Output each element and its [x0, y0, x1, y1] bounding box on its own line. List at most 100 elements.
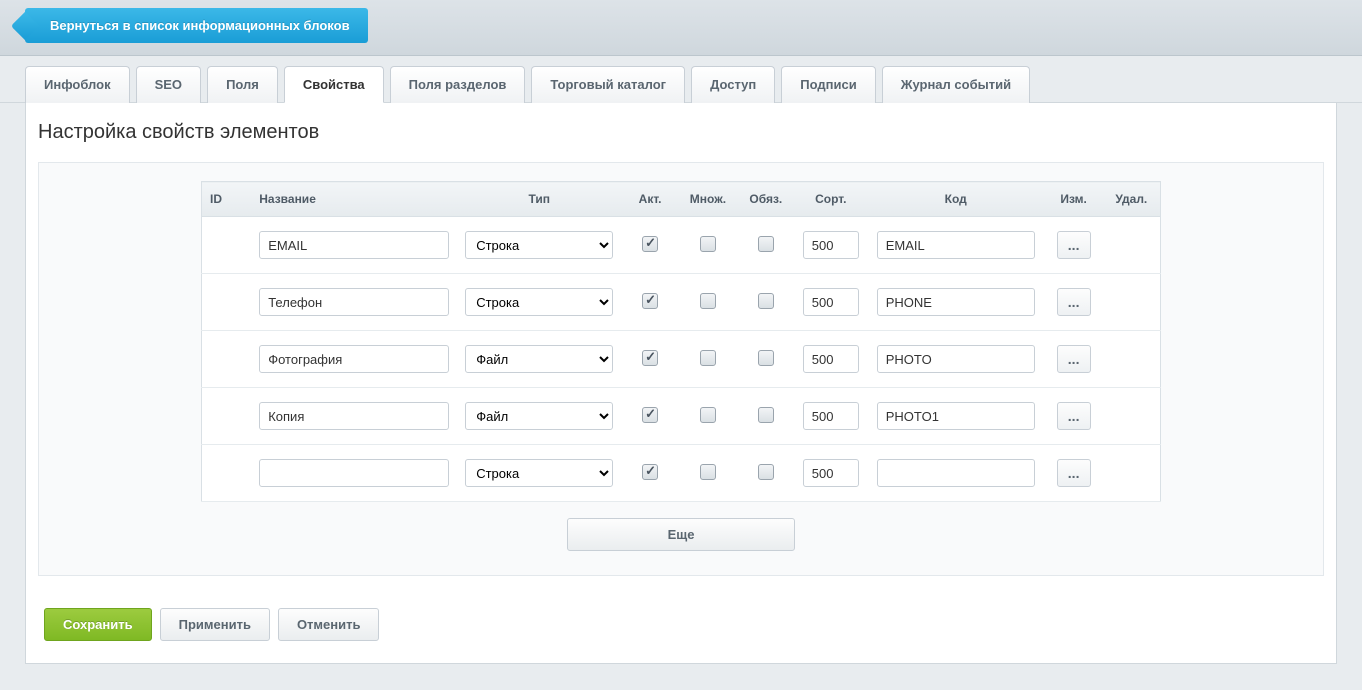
- back-button-label: Вернуться в список информационных блоков: [50, 18, 350, 33]
- checkbox-multiple[interactable]: [700, 350, 716, 366]
- checkbox-active[interactable]: [642, 236, 658, 252]
- more-row: Еще: [57, 502, 1305, 575]
- header-multiple: Множ.: [679, 182, 737, 217]
- cell-id: [202, 445, 252, 502]
- checkbox-multiple[interactable]: [700, 293, 716, 309]
- tab-6[interactable]: Доступ: [691, 66, 775, 103]
- cancel-button[interactable]: Отменить: [278, 608, 380, 641]
- checkbox-multiple[interactable]: [700, 407, 716, 423]
- more-button[interactable]: Еще: [567, 518, 796, 551]
- tab-0[interactable]: Инфоблок: [25, 66, 130, 103]
- edit-button[interactable]: ...: [1057, 345, 1091, 373]
- cell-active: [621, 274, 679, 331]
- select-type[interactable]: СтрокаФайл: [465, 345, 613, 373]
- checkbox-multiple[interactable]: [700, 464, 716, 480]
- checkbox-required[interactable]: [758, 236, 774, 252]
- section-title: Настройка свойств элементов: [26, 103, 1336, 162]
- input-sort[interactable]: [803, 231, 859, 259]
- tab-7[interactable]: Подписи: [781, 66, 875, 103]
- input-code[interactable]: [877, 231, 1035, 259]
- select-type[interactable]: СтрокаФайл: [465, 459, 613, 487]
- cell-active: [621, 217, 679, 274]
- cell-required: [737, 388, 795, 445]
- cell-name: [251, 331, 457, 388]
- table-row: СтрокаФайл...: [202, 331, 1161, 388]
- table-header-row: ID Название Тип Акт. Множ. Обяз. Сорт. К…: [202, 182, 1161, 217]
- tab-2[interactable]: Поля: [207, 66, 278, 103]
- checkbox-active[interactable]: [642, 407, 658, 423]
- checkbox-active[interactable]: [642, 464, 658, 480]
- checkbox-multiple[interactable]: [700, 236, 716, 252]
- header-required: Обяз.: [737, 182, 795, 217]
- input-name[interactable]: [259, 459, 449, 487]
- tab-1[interactable]: SEO: [136, 66, 201, 103]
- cell-name: [251, 445, 457, 502]
- save-button[interactable]: Сохранить: [44, 608, 152, 641]
- input-name[interactable]: [259, 345, 449, 373]
- input-code[interactable]: [877, 402, 1035, 430]
- back-bar: Вернуться в список информационных блоков: [0, 0, 1362, 56]
- edit-button[interactable]: ...: [1057, 288, 1091, 316]
- cell-sort: [795, 445, 867, 502]
- input-sort[interactable]: [803, 288, 859, 316]
- checkbox-active[interactable]: [642, 293, 658, 309]
- input-sort[interactable]: [803, 459, 859, 487]
- header-type: Тип: [457, 182, 621, 217]
- cell-delete: [1103, 331, 1161, 388]
- cell-multiple: [679, 388, 737, 445]
- content-panel: Настройка свойств элементов ID Название …: [25, 103, 1337, 664]
- cell-required: [737, 445, 795, 502]
- edit-button[interactable]: ...: [1057, 231, 1091, 259]
- table-row: СтрокаФайл...: [202, 274, 1161, 331]
- tab-4[interactable]: Поля разделов: [390, 66, 526, 103]
- header-sort: Сорт.: [795, 182, 867, 217]
- edit-button[interactable]: ...: [1057, 402, 1091, 430]
- checkbox-required[interactable]: [758, 293, 774, 309]
- cell-type: СтрокаФайл: [457, 331, 621, 388]
- cell-sort: [795, 331, 867, 388]
- table-row: СтрокаФайл...: [202, 445, 1161, 502]
- apply-button[interactable]: Применить: [160, 608, 270, 641]
- cell-delete: [1103, 445, 1161, 502]
- edit-button[interactable]: ...: [1057, 459, 1091, 487]
- select-type[interactable]: СтрокаФайл: [465, 231, 613, 259]
- tabs-row: ИнфоблокSEOПоляСвойстваПоля разделовТорг…: [0, 56, 1362, 103]
- cell-delete: [1103, 388, 1161, 445]
- input-name[interactable]: [259, 402, 449, 430]
- cell-edit: ...: [1045, 217, 1103, 274]
- cell-id: [202, 388, 252, 445]
- tab-3[interactable]: Свойства: [284, 66, 384, 103]
- cell-code: [867, 331, 1045, 388]
- cell-id: [202, 331, 252, 388]
- header-delete: Удал.: [1103, 182, 1161, 217]
- input-sort[interactable]: [803, 345, 859, 373]
- input-code[interactable]: [877, 345, 1035, 373]
- input-code[interactable]: [877, 288, 1035, 316]
- cell-name: [251, 274, 457, 331]
- cell-required: [737, 331, 795, 388]
- checkbox-required[interactable]: [758, 464, 774, 480]
- cell-multiple: [679, 274, 737, 331]
- table-row: СтрокаФайл...: [202, 217, 1161, 274]
- cell-multiple: [679, 217, 737, 274]
- input-sort[interactable]: [803, 402, 859, 430]
- checkbox-active[interactable]: [642, 350, 658, 366]
- select-type[interactable]: СтрокаФайл: [465, 288, 613, 316]
- input-name[interactable]: [259, 231, 449, 259]
- checkbox-required[interactable]: [758, 407, 774, 423]
- cell-required: [737, 274, 795, 331]
- bottom-buttons: Сохранить Применить Отменить: [26, 594, 1336, 663]
- save-button-label: Сохранить: [63, 617, 133, 632]
- select-type[interactable]: СтрокаФайл: [465, 402, 613, 430]
- back-button[interactable]: Вернуться в список информационных блоков: [25, 8, 368, 43]
- input-code[interactable]: [877, 459, 1035, 487]
- cell-active: [621, 331, 679, 388]
- cell-id: [202, 274, 252, 331]
- cell-name: [251, 388, 457, 445]
- tab-5[interactable]: Торговый каталог: [531, 66, 685, 103]
- cell-multiple: [679, 331, 737, 388]
- apply-button-label: Применить: [179, 617, 251, 632]
- input-name[interactable]: [259, 288, 449, 316]
- tab-8[interactable]: Журнал событий: [882, 66, 1030, 103]
- checkbox-required[interactable]: [758, 350, 774, 366]
